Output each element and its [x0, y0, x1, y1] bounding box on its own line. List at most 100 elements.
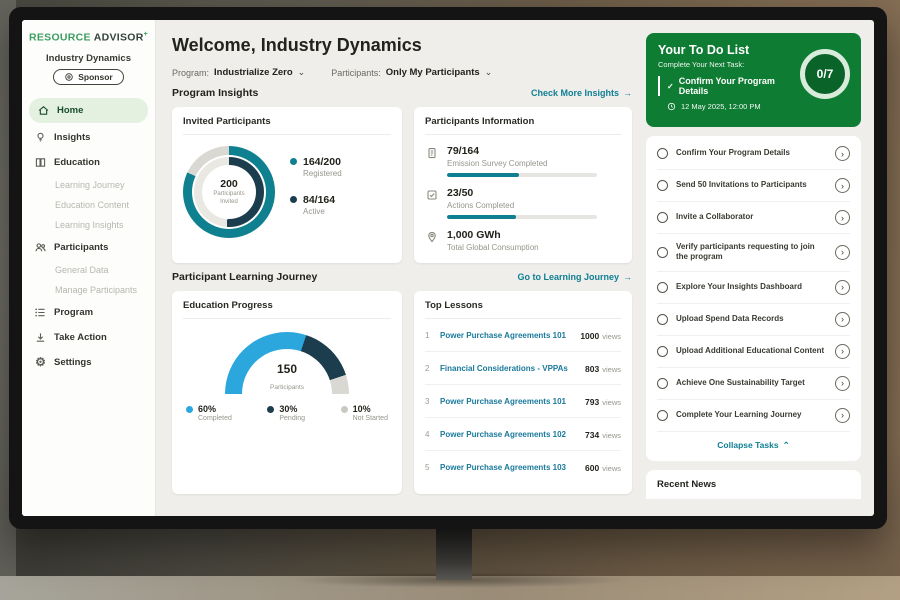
- collapse-tasks-link[interactable]: Collapse Tasks ⌃: [657, 432, 850, 459]
- sidebar-item-label: Settings: [54, 357, 91, 368]
- task-checkbox[interactable]: [657, 212, 668, 223]
- actions-progress-bar: [447, 215, 597, 219]
- tasks-card: Confirm Your Program Details › Send 50 I…: [646, 136, 861, 461]
- survey-progress-bar: [447, 173, 597, 177]
- sidebar: RESOURCE ADVISOR+ Industry Dynamics Spon…: [22, 20, 156, 516]
- brand-secondary: ADVISOR: [94, 32, 144, 44]
- arrow-right-icon: →: [623, 272, 632, 282]
- lesson-link[interactable]: Power Purchase Agreements 101: [440, 397, 578, 406]
- legend-not-started: 10% Not Started: [341, 404, 388, 422]
- task-row-upload-spend-data[interactable]: Upload Spend Data Records ›: [657, 304, 850, 336]
- todo-progress-ring: 0/7: [800, 49, 850, 99]
- legend-pending: 30% Pending: [267, 404, 305, 422]
- chevron-right-icon[interactable]: ›: [835, 245, 850, 260]
- recent-news-card: Recent News: [646, 470, 861, 499]
- invited-card-title: Invited Participants: [183, 116, 391, 135]
- go-to-learning-journey-link[interactable]: Go to Learning Journey →: [517, 272, 632, 282]
- chevron-up-icon: ⌃: [783, 440, 790, 451]
- legend-dot-teal: [290, 158, 297, 165]
- recent-news-heading: Recent News: [657, 479, 716, 490]
- download-icon: [34, 331, 47, 344]
- map-pin-icon: [425, 229, 439, 252]
- sidebar-item-take-action[interactable]: Take Action: [22, 325, 155, 350]
- task-checkbox[interactable]: [657, 346, 668, 357]
- sidebar-item-learning-insights[interactable]: Learning Insights: [22, 215, 155, 235]
- sidebar-item-manage-participants[interactable]: Manage Participants: [22, 280, 155, 300]
- task-checkbox[interactable]: [657, 410, 668, 421]
- lesson-link[interactable]: Power Purchase Agreements 102: [440, 430, 578, 439]
- page-title: Welcome, Industry Dynamics: [172, 35, 632, 56]
- task-row-confirm-program[interactable]: Confirm Your Program Details ›: [657, 138, 850, 170]
- task-row-upload-educational-content[interactable]: Upload Additional Educational Content ›: [657, 336, 850, 368]
- task-row-send-invitations[interactable]: Send 50 Invitations to Participants ›: [657, 170, 850, 202]
- brand-plus: +: [144, 31, 148, 38]
- clock-icon: [667, 102, 676, 111]
- lightbulb-icon: [34, 131, 47, 144]
- sidebar-item-education-content[interactable]: Education Content: [22, 195, 155, 215]
- task-row-achieve-target[interactable]: Achieve One Sustainability Target ›: [657, 368, 850, 400]
- lesson-row: 2 Financial Considerations - VPPAs 803vi…: [425, 352, 621, 385]
- chevron-right-icon[interactable]: ›: [835, 210, 850, 225]
- sidebar-item-participants[interactable]: Participants: [22, 235, 155, 260]
- sidebar-item-label: Home: [57, 105, 83, 116]
- education-gauge-chart: 150 Participants: [225, 332, 349, 394]
- chevron-right-icon[interactable]: ›: [835, 312, 850, 327]
- task-row-invite-collaborator[interactable]: Invite a Collaborator ›: [657, 202, 850, 234]
- sidebar-item-settings[interactable]: ⚙ Settings: [22, 350, 155, 375]
- chevron-down-icon: ⌄: [485, 68, 493, 77]
- screen: RESOURCE ADVISOR+ Industry Dynamics Spon…: [22, 20, 874, 516]
- home-icon: [37, 104, 50, 117]
- sidebar-item-program[interactable]: Program: [22, 300, 155, 325]
- donut-center-value: 200: [220, 178, 238, 190]
- sidebar-item-learning-journey[interactable]: Learning Journey: [22, 175, 155, 195]
- task-row-explore-insights[interactable]: Explore Your Insights Dashboard ›: [657, 272, 850, 304]
- app-logo: RESOURCE ADVISOR+: [22, 31, 155, 44]
- todo-panel: Your To Do List Complete Your Next Task:…: [646, 20, 874, 516]
- invited-participants-card: Invited Participants 200 Participants In…: [172, 107, 402, 263]
- education-progress-card: Education Progress 150 Participants 60% …: [172, 291, 402, 494]
- program-insights-heading: Program Insights: [172, 87, 258, 99]
- clipboard-icon: [425, 145, 439, 177]
- invited-donut-chart: 200 Participants Invited: [183, 146, 275, 238]
- chevron-right-icon[interactable]: ›: [835, 376, 850, 391]
- task-row-verify-participants[interactable]: Verify participants requesting to join t…: [657, 234, 850, 272]
- lesson-link[interactable]: Power Purchase Agreements 101: [440, 331, 573, 340]
- chevron-right-icon[interactable]: ›: [835, 344, 850, 359]
- task-checkbox[interactable]: [657, 180, 668, 191]
- sidebar-item-home[interactable]: Home: [29, 98, 148, 123]
- sidebar-item-education[interactable]: Education: [22, 150, 155, 175]
- participants-filter[interactable]: Participants: Only My Participants ⌄: [331, 67, 492, 78]
- task-checkbox[interactable]: [657, 247, 668, 258]
- lesson-link[interactable]: Financial Considerations - VPPAs: [440, 364, 578, 373]
- monitor-bezel: RESOURCE ADVISOR+ Industry Dynamics Spon…: [9, 7, 887, 529]
- lesson-row: 5 Power Purchase Agreements 103 600views: [425, 451, 621, 483]
- people-icon: [34, 241, 47, 254]
- lesson-link[interactable]: Power Purchase Agreements 103: [440, 463, 578, 472]
- program-filter-value: Industrialize Zero: [214, 67, 293, 78]
- sidebar-item-insights[interactable]: Insights: [22, 125, 155, 150]
- lesson-row: 4 Power Purchase Agreements 102 734views: [425, 418, 621, 451]
- legend-dot-navy: [290, 196, 297, 203]
- sidebar-item-general-data[interactable]: General Data: [22, 260, 155, 280]
- participants-filter-value: Only My Participants: [386, 67, 480, 78]
- sponsor-badge-label: Sponsor: [78, 72, 112, 82]
- chevron-right-icon[interactable]: ›: [835, 408, 850, 423]
- participants-information-card: Participants Information 79/164 Emission…: [414, 107, 632, 263]
- task-checkbox[interactable]: [657, 314, 668, 325]
- sponsor-badge[interactable]: Sponsor: [53, 69, 123, 85]
- brand-primary: RESOURCE: [29, 32, 91, 44]
- gauge-center-label: Participants: [270, 384, 304, 391]
- chevron-right-icon[interactable]: ›: [835, 280, 850, 295]
- education-legend: 60% Completed 30% Pending: [183, 404, 391, 422]
- list-icon: [34, 306, 47, 319]
- task-checkbox[interactable]: [657, 282, 668, 293]
- task-row-complete-learning-journey[interactable]: Complete Your Learning Journey ›: [657, 400, 850, 432]
- org-name: Industry Dynamics: [22, 53, 155, 64]
- task-checkbox[interactable]: [657, 148, 668, 159]
- program-filter[interactable]: Program: Industrialize Zero ⌄: [172, 67, 305, 78]
- task-checkbox[interactable]: [657, 378, 668, 389]
- todo-next-task[interactable]: ✓ Confirm Your Program Details: [658, 76, 803, 96]
- chevron-right-icon[interactable]: ›: [835, 146, 850, 161]
- check-more-insights-link[interactable]: Check More Insights →: [531, 88, 632, 98]
- chevron-right-icon[interactable]: ›: [835, 178, 850, 193]
